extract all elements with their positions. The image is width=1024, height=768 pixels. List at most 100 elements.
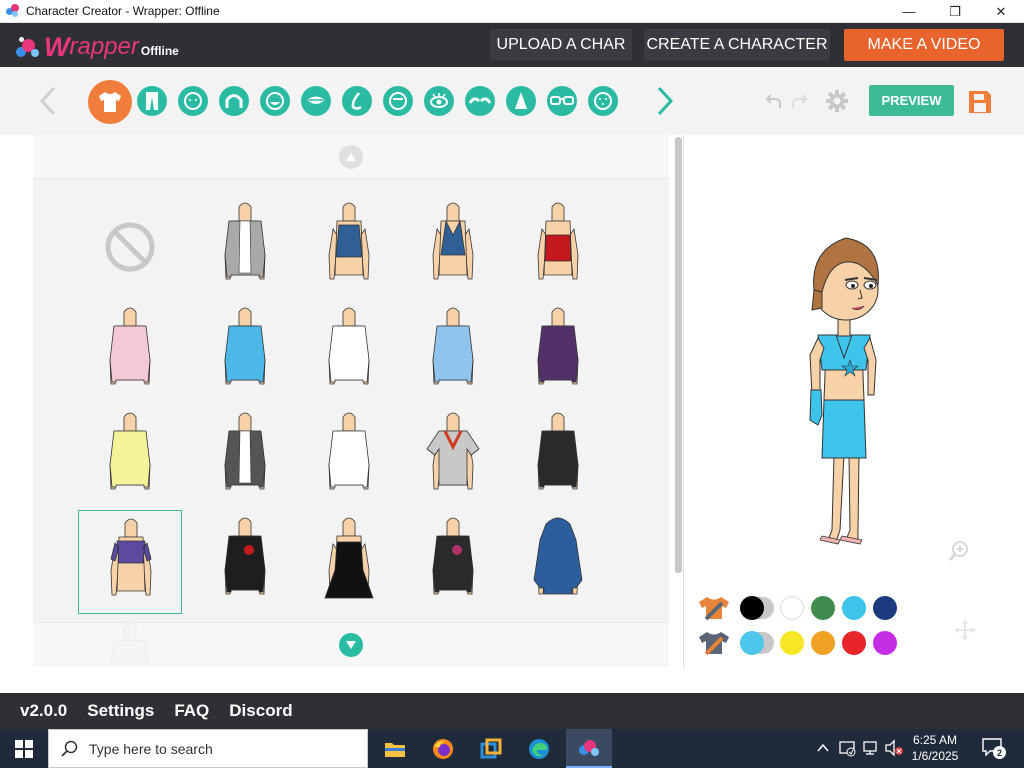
discord-link[interactable]: Discord [229,701,292,721]
version-link[interactable]: v2.0.0 [20,701,67,721]
taskbar-file-explorer[interactable] [372,729,418,768]
outfit-item[interactable] [78,405,182,509]
taskbar-clock[interactable]: 6:25 AM 1/6/2025 [905,732,965,764]
taskbar-app-blue[interactable] [468,729,514,768]
outfit-item[interactable] [506,405,610,509]
edge-icon [529,738,549,759]
category-beard[interactable] [260,86,290,116]
windows-start-icon[interactable] [15,740,33,758]
outfit-item[interactable] [193,510,297,614]
undo-icon[interactable] [765,92,783,110]
outfit-item[interactable] [401,195,505,299]
taskbar-edge[interactable] [516,729,562,768]
wrapper-logo[interactable]: W rapper Offline [16,29,179,61]
character-preview-area [684,135,1024,667]
category-face-mark[interactable] [588,86,618,116]
notification-center-button[interactable]: 2 [982,738,1006,759]
category-face-shape[interactable] [178,86,208,116]
app-squares-icon [480,738,502,758]
category-hair[interactable] [219,86,249,116]
category-nose[interactable] [342,86,372,116]
zoom-in-icon[interactable] [948,540,970,562]
garment-shape [537,430,579,488]
network-icon[interactable] [862,739,880,757]
taskbar-firefox[interactable] [420,729,466,768]
restore-icon: ❐ [949,3,961,19]
taskbar-wrapper-offline[interactable] [566,729,612,768]
secondary-color-swatch[interactable] [740,631,764,655]
volume-muted-icon[interactable] [884,739,904,757]
outfit-item[interactable] [193,300,297,404]
make-video-button[interactable]: MAKE A VIDEO [844,29,1004,61]
tray-chevron-up-icon[interactable] [817,743,829,753]
faq-link[interactable]: FAQ [174,701,209,721]
security-icon[interactable] [838,739,856,757]
outfit-item[interactable] [401,510,505,614]
secondary-color-swatch[interactable] [842,631,866,655]
outfit-item[interactable] [297,195,401,299]
primary-color-swatch[interactable] [811,596,835,620]
outfit-thumbnail [328,412,370,490]
taskbar-search-box[interactable]: Type here to search [48,729,368,768]
outfit-item[interactable] [78,300,182,404]
eyebrow-icon [469,97,491,104]
primary-color-swatch[interactable] [780,596,804,620]
category-ears[interactable] [506,86,536,116]
category-forehead[interactable] [383,86,413,116]
outfit-item[interactable] [506,510,610,614]
primary-color-swatch[interactable] [873,596,897,620]
logo-offline-text: Offline [140,44,179,58]
minimize-button[interactable]: — [886,0,932,23]
category-prev-arrow-icon[interactable] [38,85,58,117]
create-character-button[interactable]: CREATE A CHARACTER [644,29,830,61]
outfit-thumbnail [432,202,474,280]
category-eyes[interactable] [424,86,454,116]
eye-icon [430,93,448,108]
scroll-down-button[interactable] [339,633,363,657]
outfit-item[interactable] [193,195,297,299]
outfit-item[interactable] [193,405,297,509]
character-preview[interactable] [784,230,904,550]
close-button[interactable]: ✕ [978,0,1024,23]
outfit-item[interactable] [401,405,505,509]
save-icon[interactable] [968,90,992,114]
scroll-up-button[interactable] [339,145,363,169]
outfit-item[interactable] [78,510,182,614]
secondary-color-swatch[interactable] [811,631,835,655]
outfit-item[interactable] [297,405,401,509]
outfit-item[interactable] [78,195,182,299]
primary-color-swatch[interactable] [740,596,764,620]
preview-button[interactable]: PREVIEW [869,85,954,116]
outfit-item[interactable] [297,300,401,404]
primary-color-swatch[interactable] [842,596,866,620]
windows-taskbar: Type here to search 6:25 AM 1/6/2025 2 [0,729,1024,768]
outfit-item[interactable] [401,300,505,404]
outfit-grid-panel [33,135,669,667]
move-icon[interactable] [952,617,978,643]
search-icon [61,740,78,757]
outfit-thumbnail [328,202,370,280]
redo-icon[interactable] [790,92,808,110]
outfit-thumbnail [109,307,151,385]
category-eyebrows[interactable] [465,86,495,116]
outfit-item[interactable] [506,195,610,299]
category-next-arrow-icon[interactable] [655,85,675,117]
outfit-item[interactable] [506,300,610,404]
secondary-color-swatch[interactable] [780,631,804,655]
grid-scrollbar[interactable] [675,137,682,573]
outfit-thumbnail [324,517,374,599]
outfit-thumbnail [328,307,370,385]
secondary-color-swatch[interactable] [873,631,897,655]
category-upper-body[interactable] [88,80,132,124]
maximize-button[interactable]: ❐ [932,0,978,23]
outfit-item[interactable] [297,510,401,614]
hair-icon [225,94,243,108]
outfit-thumbnail [224,307,266,385]
settings-link[interactable]: Settings [87,701,154,721]
upload-char-button[interactable]: UPLOAD A CHAR [490,29,632,61]
category-glasses[interactable] [547,86,577,116]
gear-icon[interactable] [825,89,849,113]
category-mouth[interactable] [301,86,331,116]
category-lower-body[interactable] [137,86,167,116]
garment-shape [328,325,370,383]
